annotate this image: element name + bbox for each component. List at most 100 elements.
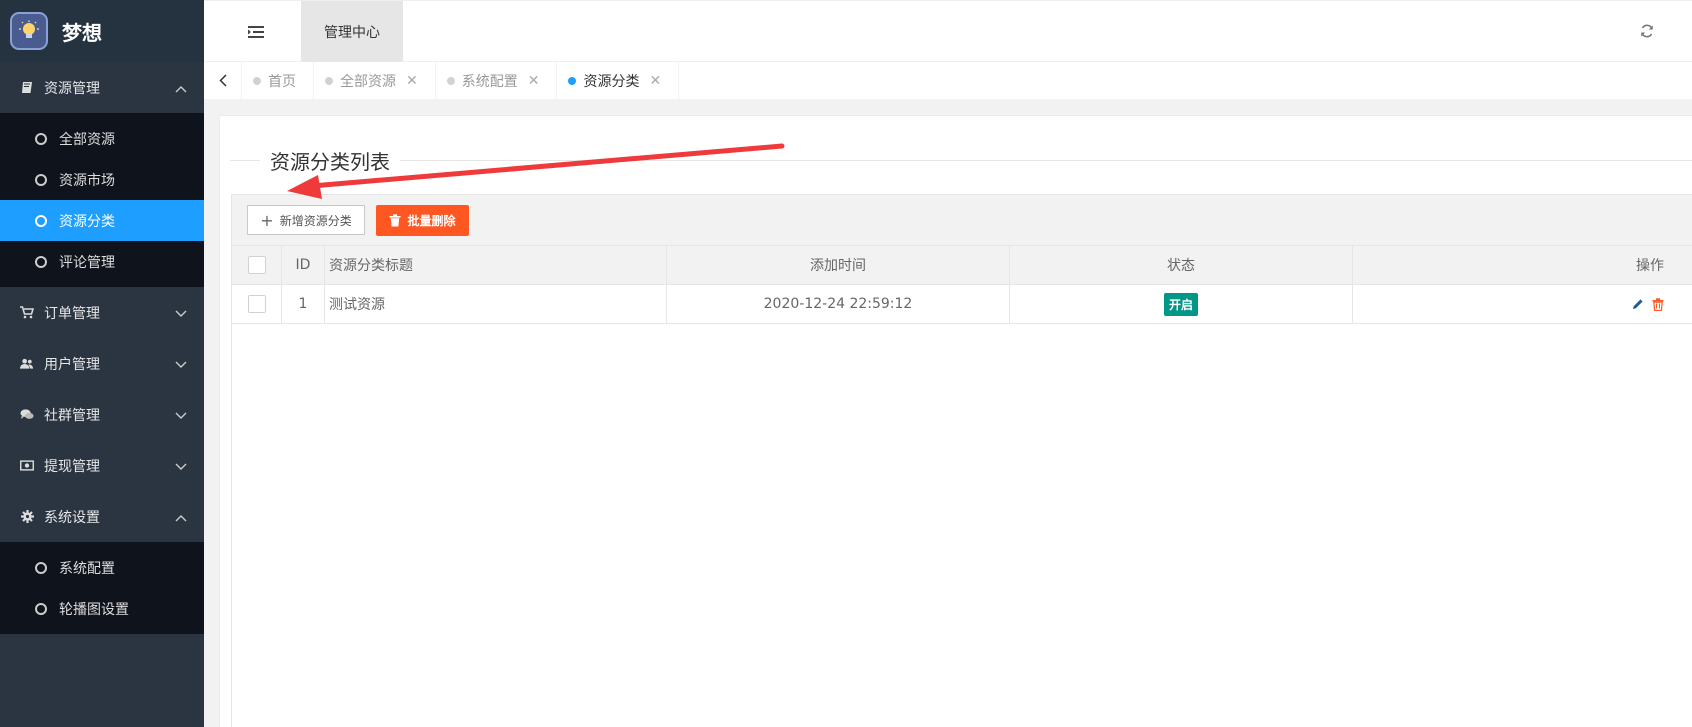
cart-icon	[20, 306, 34, 320]
logo-area[interactable]: 梦想	[0, 0, 204, 62]
edit-icon[interactable]	[1632, 298, 1644, 310]
cell-time: 2020-12-24 22:59:12	[667, 285, 1010, 323]
column-header-actions: 操作	[1636, 258, 1664, 274]
circle-icon	[35, 255, 47, 268]
circle-icon	[35, 602, 47, 615]
select-all-cell	[232, 246, 282, 284]
content-card: 资源分类列表 + 新增资源分类 批量删除 ID 资源分类标题 添加时间 状态 操…	[219, 115, 1692, 727]
sidebar-item-comments[interactable]: 评论管理	[0, 241, 204, 282]
column-header-time[interactable]: 添加时间	[667, 246, 1010, 284]
tab-resource-category[interactable]: 资源分类 ✕	[557, 62, 680, 99]
chevron-left-icon	[218, 74, 227, 87]
close-icon[interactable]: ✕	[406, 73, 418, 89]
menu-group-users[interactable]: 用户管理	[0, 338, 204, 389]
book-icon	[20, 81, 34, 95]
menu-group-label: 用户管理	[44, 356, 100, 373]
sidebar-item-label: 评论管理	[59, 254, 115, 271]
chevron-down-icon	[175, 408, 187, 424]
menu-group-label: 社群管理	[44, 407, 100, 424]
category-table: ID 资源分类标题 添加时间 状态 操作 1 测试资源 2020-12-24 2…	[231, 246, 1692, 324]
menu-group-resources: 资源管理 全部资源 资源市场 资源分类 评论管理	[0, 62, 204, 287]
sidebar-item-all-resources[interactable]: 全部资源	[0, 118, 204, 159]
cell-actions	[1353, 285, 1692, 323]
menu-group-orders[interactable]: 订单管理	[0, 287, 204, 338]
menu-group-label: 提现管理	[44, 458, 100, 475]
chevron-up-icon	[175, 81, 187, 97]
row-select-cell	[232, 285, 282, 323]
menu-group-head[interactable]: 系统设置	[0, 491, 204, 542]
status-badge[interactable]: 开启	[1163, 292, 1198, 316]
tabs-prev-button[interactable]	[204, 62, 242, 99]
add-category-button[interactable]: + 新增资源分类	[247, 205, 365, 235]
tab-dot	[446, 77, 455, 85]
sidebar-item-system-config[interactable]: 系统配置	[0, 547, 204, 588]
divider	[230, 160, 1692, 161]
menu-toggle-icon[interactable]	[248, 25, 264, 43]
table-empty-area	[231, 324, 1692, 727]
submenu: 全部资源 资源市场 资源分类 评论管理	[0, 113, 204, 287]
table-toolbar: + 新增资源分类 批量删除	[231, 194, 1692, 246]
menu-group-settings: 系统设置 系统配置 轮播图设置	[0, 491, 204, 634]
row-checkbox[interactable]	[247, 295, 266, 313]
sidebar-item-resource-market[interactable]: 资源市场	[0, 159, 204, 200]
money-icon	[20, 459, 34, 473]
sidebar-item-carousel[interactable]: 轮播图设置	[0, 588, 204, 629]
cell-id: 1	[282, 285, 325, 323]
tab-label: 首页	[268, 73, 296, 90]
tab-home[interactable]: 首页	[242, 62, 314, 99]
tab-label: 资源分类	[583, 73, 640, 90]
menu-group-head[interactable]: 资源管理	[0, 62, 204, 113]
sidebar-item-label: 轮播图设置	[59, 601, 129, 618]
batch-delete-button[interactable]: 批量删除	[376, 205, 469, 236]
menu-group-community[interactable]: 社群管理	[0, 389, 204, 440]
chevron-down-icon	[175, 306, 187, 322]
main-content: 资源分类列表 + 新增资源分类 批量删除 ID 资源分类标题 添加时间 状态 操…	[204, 100, 1692, 727]
column-header-id[interactable]: ID	[282, 246, 325, 284]
trash-icon	[389, 214, 401, 227]
cell-title: 测试资源	[325, 285, 667, 323]
circle-icon	[35, 561, 47, 574]
delete-icon[interactable]	[1652, 297, 1664, 311]
menu-group-label: 资源管理	[44, 80, 100, 97]
refresh-icon[interactable]	[1640, 24, 1654, 42]
tab-label: 系统配置	[461, 73, 518, 90]
chevron-down-icon	[175, 357, 187, 373]
chevron-up-icon	[175, 510, 187, 526]
tab-label: 全部资源	[340, 73, 396, 90]
gear-icon	[20, 510, 34, 524]
top-nav-tab[interactable]: 管理中心	[301, 1, 403, 62]
select-all-checkbox[interactable]	[247, 256, 266, 274]
users-icon	[20, 357, 34, 371]
page-title-fieldset: 资源分类列表	[230, 143, 1692, 179]
button-label: 批量删除	[407, 214, 456, 228]
tab-dot	[568, 77, 577, 85]
tab-dot	[325, 77, 333, 85]
submenu: 系统配置 轮播图设置	[0, 542, 204, 634]
column-header-title[interactable]: 资源分类标题	[325, 246, 667, 284]
column-header-status[interactable]: 状态	[1010, 246, 1353, 284]
lightbulb-logo-icon	[10, 12, 48, 50]
close-icon[interactable]: ✕	[649, 73, 661, 89]
menu-group-label: 系统设置	[44, 509, 100, 526]
chevron-down-icon	[175, 459, 187, 475]
sidebar-item-resource-category[interactable]: 资源分类	[0, 200, 204, 241]
table-row: 1 测试资源 2020-12-24 22:59:12 开启	[232, 285, 1692, 324]
tab-system-config[interactable]: 系统配置 ✕	[436, 62, 558, 99]
close-icon[interactable]: ✕	[528, 73, 540, 89]
sidebar-item-label: 资源分类	[59, 213, 115, 230]
cell-status: 开启	[1010, 285, 1353, 323]
table-header: ID 资源分类标题 添加时间 状态 操作	[232, 246, 1692, 285]
menu-group-withdraw[interactable]: 提现管理	[0, 440, 204, 491]
button-label: 新增资源分类	[279, 213, 352, 228]
menu-group-label: 订单管理	[44, 305, 100, 322]
tab-dot	[253, 77, 261, 85]
sidebar: 梦想 资源管理 全部资源 资源市场 资源分类 评论管理 订单管理 用户管理 社群…	[0, 0, 204, 727]
tab-all-resources[interactable]: 全部资源 ✕	[314, 62, 436, 99]
circle-icon	[35, 214, 47, 227]
circle-icon	[35, 132, 47, 145]
app-title: 梦想	[62, 20, 102, 45]
circle-icon	[35, 173, 47, 186]
page-title: 资源分类列表	[260, 146, 400, 175]
sidebar-item-label: 资源市场	[59, 172, 115, 189]
plus-icon: +	[260, 210, 274, 230]
